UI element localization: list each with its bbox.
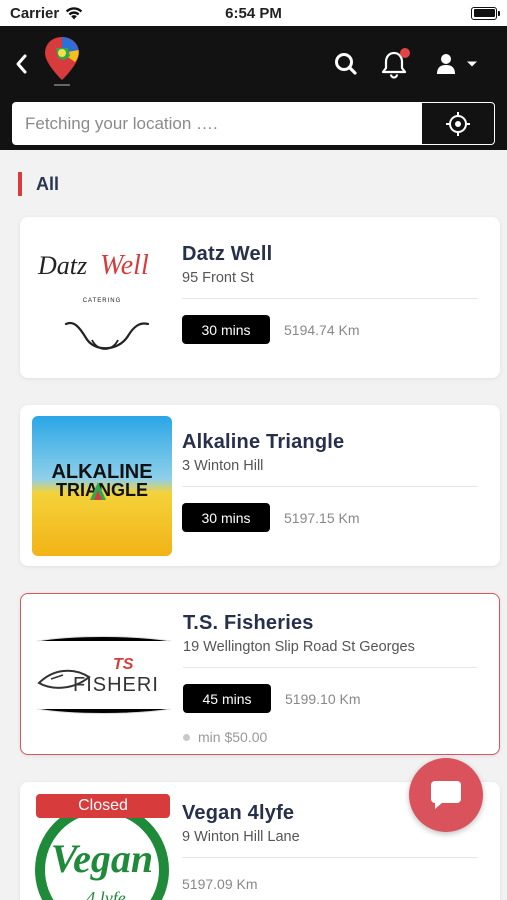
- restaurant-distance: 5197.09 Km: [182, 876, 258, 892]
- section-accent-bar: [18, 172, 22, 196]
- chat-button[interactable]: [409, 758, 483, 832]
- user-icon: [437, 54, 455, 74]
- closed-badge: Closed: [36, 794, 170, 818]
- wifi-icon: [66, 6, 83, 19]
- section-title: All: [36, 173, 60, 194]
- restaurant-distance: 5194.74 Km: [284, 321, 360, 338]
- restaurant-name: Alkaline Triangle: [182, 431, 345, 453]
- restaurant-address: 9 Winton Hill Lane: [182, 829, 300, 845]
- back-button[interactable]: [10, 50, 32, 78]
- restaurant-card[interactable]: ALKALINE TRIANGLE Alkaline Triangle 3 Wi…: [20, 405, 500, 566]
- restaurant-logo: Datz Well CATERING: [32, 228, 172, 368]
- search-icon: [335, 53, 357, 75]
- restaurant-distance: 5199.10 Km: [285, 690, 361, 707]
- restaurant-logo: TS FISHERI: [33, 605, 173, 745]
- restaurant-distance: 5197.15 Km: [284, 509, 360, 526]
- svg-text:FISHERI: FISHERI: [73, 674, 159, 696]
- minimum-order: min $50.00: [198, 729, 268, 745]
- restaurant-address: 19 Wellington Slip Road St Georges: [183, 639, 415, 655]
- carrier-label: Carrier: [10, 4, 60, 22]
- logo-text: Datz: [37, 251, 87, 280]
- location-input[interactable]: [13, 103, 422, 144]
- app-header: [0, 26, 507, 150]
- restaurant-logo: ALKALINE TRIANGLE: [32, 416, 172, 556]
- delivery-time-badge: 45 mins: [183, 684, 271, 713]
- svg-text:4 lyfe: 4 lyfe: [86, 888, 125, 900]
- svg-text:Vegan: Vegan: [51, 836, 153, 881]
- crosshair-icon: [446, 111, 470, 136]
- bullet-dot: [183, 733, 190, 741]
- svg-text:TS: TS: [113, 656, 134, 673]
- divider: [182, 486, 478, 487]
- locate-me-button[interactable]: [422, 103, 494, 144]
- app-logo[interactable]: [42, 34, 82, 90]
- restaurant-card[interactable]: Datz Well CATERING Datz Well 95 Front St…: [20, 217, 500, 378]
- section-header: All: [18, 172, 59, 196]
- search-button[interactable]: [332, 50, 360, 78]
- location-bar: [12, 102, 495, 145]
- notifications-button[interactable]: [378, 48, 410, 80]
- delivery-time-badge: 30 mins: [182, 315, 270, 344]
- restaurant-address: 95 Front St: [182, 270, 254, 286]
- notification-dot: [400, 48, 410, 58]
- divider: [182, 298, 478, 299]
- caret-down-icon: [467, 61, 477, 67]
- divider: [182, 857, 478, 858]
- chat-bubble-icon: [431, 781, 461, 809]
- chevron-left-icon: [16, 54, 27, 74]
- battery-icon: [471, 6, 500, 20]
- svg-text:CATERING: CATERING: [83, 298, 122, 304]
- restaurant-address: 3 Winton Hill: [182, 458, 264, 474]
- restaurant-card-selected[interactable]: TS FISHERI T.S. Fisheries 19 Wellington …: [20, 593, 500, 755]
- account-menu-button[interactable]: [436, 50, 486, 78]
- restaurant-name: T.S. Fisheries: [183, 612, 314, 634]
- delivery-time-badge: 30 mins: [182, 503, 270, 532]
- restaurant-name: Datz Well: [182, 243, 273, 265]
- divider: [183, 667, 477, 668]
- svg-text:Well: Well: [100, 250, 149, 281]
- status-bar: Carrier 6:54 PM: [0, 0, 507, 26]
